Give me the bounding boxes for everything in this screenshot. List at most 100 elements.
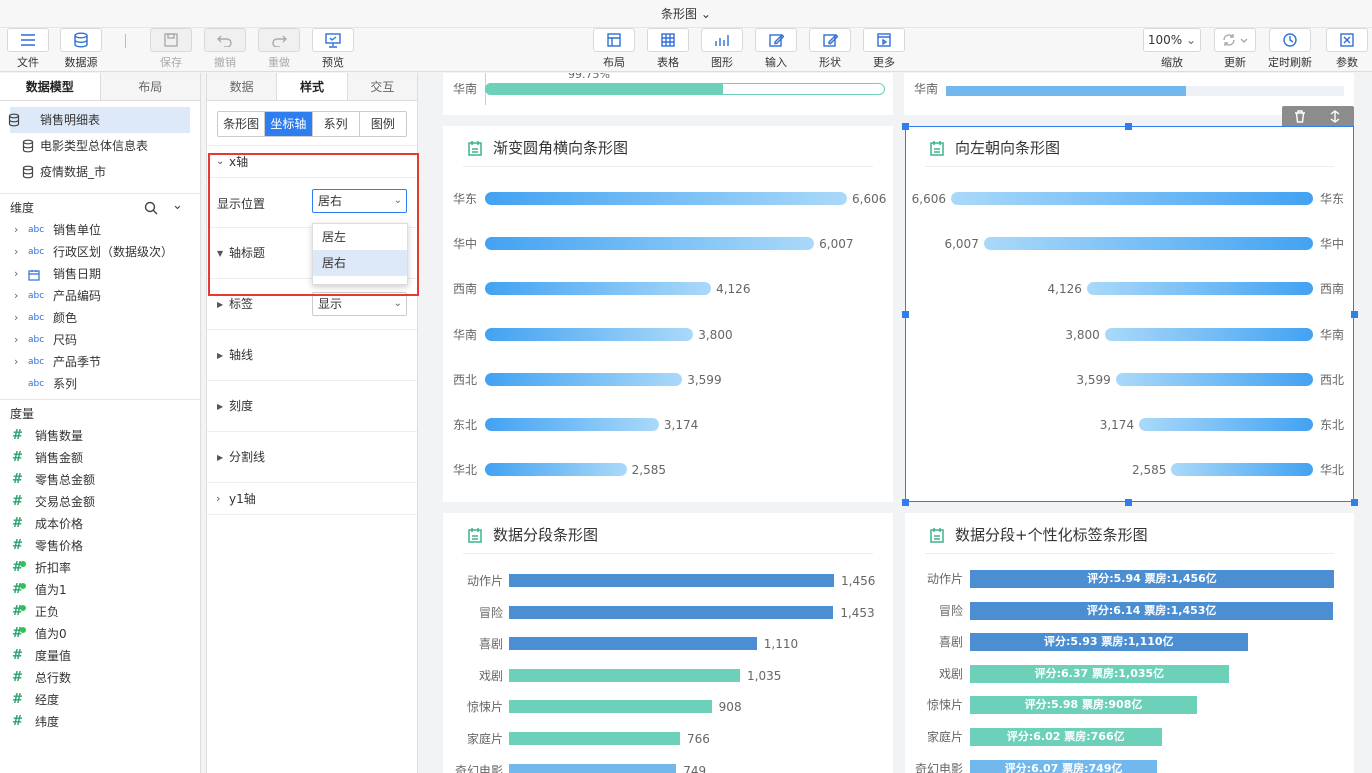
chevron-down-icon[interactable]: ⌄	[172, 195, 183, 217]
measure-field[interactable]: # 销售金额	[0, 447, 200, 469]
dataset-item[interactable]: 电影类型总体信息表	[0, 133, 200, 159]
resize-handle[interactable]	[902, 123, 909, 130]
edit-icon	[769, 34, 784, 47]
layout-button[interactable]: 布局	[592, 28, 636, 70]
trash-icon[interactable]	[1294, 110, 1306, 123]
redo-button[interactable]: 重做	[257, 28, 301, 70]
undo-icon	[217, 35, 232, 47]
params-button[interactable]: 参数	[1325, 28, 1369, 70]
dimension-field[interactable]: › abc 产品编码	[0, 285, 200, 307]
chevron-right-icon: ›	[14, 311, 19, 324]
dataset-item[interactable]: 疫情数据_市	[0, 159, 200, 185]
more-button[interactable]: 更多	[862, 28, 906, 70]
dimension-field[interactable]: › abc 产品季节	[0, 351, 200, 373]
bar-data-label: 评分:6.37 票房:1,035亿	[1034, 666, 1165, 680]
text-type-icon: abc	[28, 247, 45, 257]
bar-value-label: 908	[718, 700, 742, 715]
measure-field[interactable]: # 经度	[0, 689, 200, 711]
timed-refresh-button[interactable]: 定时刷新	[1268, 28, 1312, 70]
resize-handle[interactable]	[1351, 499, 1358, 506]
tab-data[interactable]: 数据	[207, 73, 278, 100]
text-type-icon: abc	[28, 357, 45, 367]
resize-handle[interactable]	[902, 311, 909, 318]
resize-handle[interactable]	[1125, 123, 1132, 130]
dimension-field[interactable]: › abc 颜色	[0, 307, 200, 329]
bar-value-label: 1,110	[763, 637, 799, 652]
measure-field[interactable]: # 成本价格	[0, 513, 200, 535]
dropdown-option-right[interactable]: 居右	[313, 250, 407, 276]
dimension-field[interactable]: abc 系列	[0, 373, 200, 395]
bar	[485, 192, 847, 205]
numeric-type-icon: #	[12, 450, 23, 465]
preview-button[interactable]: 预览	[311, 28, 355, 70]
progress-track	[1186, 86, 1344, 96]
subtab-bar[interactable]: 条形图	[218, 112, 266, 136]
resize-handle[interactable]	[1351, 311, 1358, 318]
dimension-field[interactable]: › 销售日期	[0, 263, 200, 285]
search-icon[interactable]	[144, 201, 158, 215]
subtab-series[interactable]: 系列	[313, 112, 360, 136]
save-button[interactable]: 保存	[149, 28, 193, 70]
dropdown-option-left[interactable]: 居左	[313, 224, 407, 250]
table-button[interactable]: 表格	[646, 28, 690, 70]
measure-field[interactable]: # 零售价格	[0, 535, 200, 557]
chevron-down-icon: ⌄	[1186, 33, 1197, 47]
text-type-icon: abc	[28, 379, 45, 389]
dataset-item[interactable]: 销售明细表	[8, 107, 190, 133]
chart-button[interactable]: 图形	[700, 28, 744, 70]
measure-field[interactable]: # 正负	[0, 601, 200, 623]
bar	[485, 418, 659, 431]
menu-icon	[21, 34, 35, 46]
tab-style[interactable]: 样式	[277, 73, 348, 100]
measure-field[interactable]: # 纬度	[0, 711, 200, 733]
numeric-type-icon: #	[12, 538, 23, 553]
measure-field[interactable]: # 销售数量	[0, 425, 200, 447]
top-left-card[interactable]: 99.75% 华南	[443, 73, 893, 115]
tab-interaction[interactable]: 交互	[347, 73, 417, 100]
measures-header: 度量	[10, 407, 35, 421]
window-title[interactable]: 条形图 ⌄	[0, 0, 1372, 28]
axis-line-section[interactable]: ▶ 轴线	[207, 330, 417, 381]
measure-field[interactable]: # 零售总金额	[0, 469, 200, 491]
chart-card-gradient[interactable]: 渐变圆角横向条形图 华东 6,606 华中 6,007 西南 4,126 华南 3,800 西北…	[443, 126, 893, 502]
bar-value-label: 749	[683, 763, 707, 773]
measure-field[interactable]: # 度量值	[0, 645, 200, 667]
data-model-panel: 数据模型 布局 销售明细表 电影类型总体信息表 疫情数据_市 维度 ⌄ › abc…	[0, 73, 201, 773]
file-button[interactable]: 文件	[6, 28, 50, 70]
dimension-field[interactable]: › abc 行政区划（数据级次）	[0, 241, 200, 263]
resize-handle[interactable]	[1125, 499, 1132, 506]
input-button[interactable]: 输入	[754, 28, 798, 70]
bar-data-label: 评分:5.93 票房:1,110亿	[1043, 635, 1174, 649]
dimension-field[interactable]: › abc 尺码	[0, 329, 200, 351]
params-icon	[1340, 33, 1354, 47]
y1-axis-section[interactable]: › y1轴	[207, 483, 417, 515]
tab-data-model[interactable]: 数据模型	[0, 73, 101, 100]
split-line-section[interactable]: ▶ 分割线	[207, 432, 417, 483]
chart-title: 数据分段条形图	[467, 525, 598, 545]
zoom-select[interactable]: 100% ⌄ 缩放	[1143, 28, 1201, 70]
measure-field[interactable]: # 总行数	[0, 667, 200, 689]
refresh-button[interactable]: 更新	[1213, 28, 1257, 70]
measure-field[interactable]: # 值为1	[0, 579, 200, 601]
chart-card-segmented[interactable]: 数据分段条形图 动作片 1,456 冒险 1,453 喜剧 1,110 戏剧 1,035 惊悚片…	[443, 513, 893, 773]
bar-value-label: 3,174	[663, 418, 699, 432]
dimension-field[interactable]: › abc 销售单位	[0, 219, 200, 241]
measure-field[interactable]: # 交易总金额	[0, 491, 200, 513]
subtab-axis[interactable]: 坐标轴	[265, 112, 313, 136]
bar-value-label: 766	[686, 732, 710, 746]
more-icon	[877, 33, 891, 47]
shape-button[interactable]: 形状	[808, 28, 852, 70]
display-position-dropdown[interactable]: 居左 居右	[312, 223, 408, 285]
chart-card-segmented-labels[interactable]: 数据分段+个性化标签条形图 动作片 评分:5.94 票房:1,456亿 冒险 评分:6…	[905, 513, 1354, 773]
datasource-button[interactable]: 数据源	[59, 28, 103, 70]
measure-field[interactable]: # 折扣率	[0, 557, 200, 579]
undo-button[interactable]: 撤销	[203, 28, 247, 70]
measure-field[interactable]: # 值为0	[0, 623, 200, 645]
chart-note-icon	[468, 141, 482, 156]
tab-layout[interactable]: 布局	[100, 73, 200, 100]
ticks-section[interactable]: ▶ 刻度	[207, 381, 417, 432]
subtab-legend[interactable]: 图例	[360, 112, 406, 136]
chevron-right-icon: ›	[14, 267, 19, 280]
move-icon[interactable]	[1329, 110, 1341, 123]
resize-handle[interactable]	[902, 499, 909, 506]
